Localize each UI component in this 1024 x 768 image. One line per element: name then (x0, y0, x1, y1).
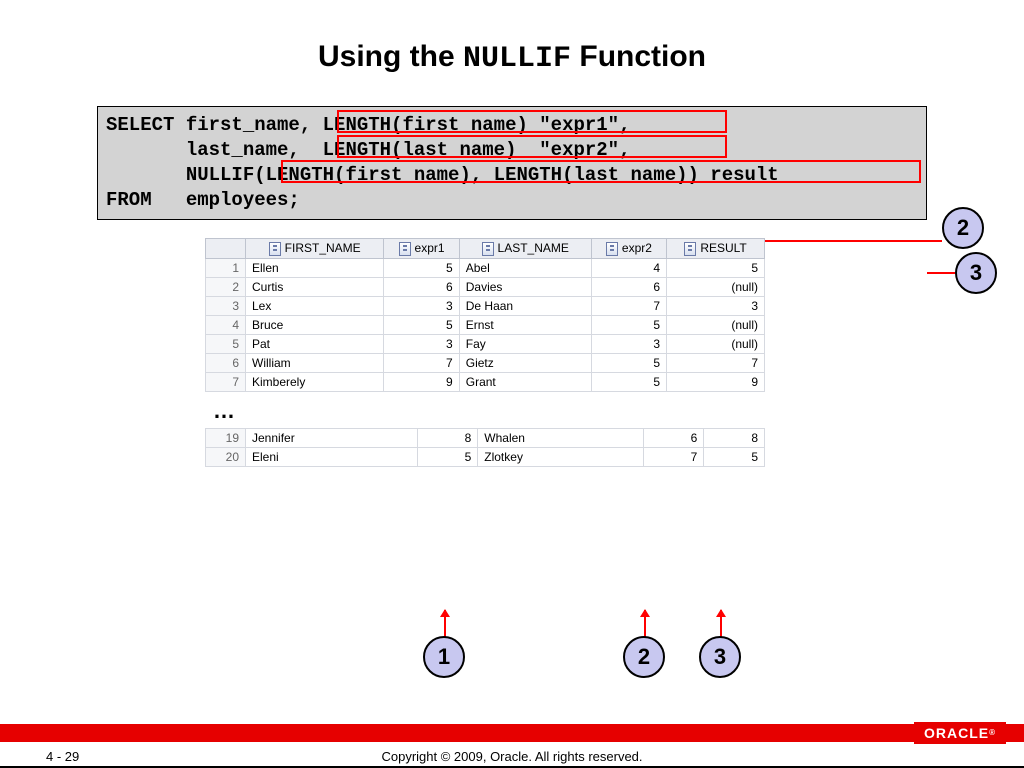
column-icon (399, 242, 411, 256)
table-row: 5Pat3Fay3(null) (206, 334, 765, 353)
cell-result: 8 (704, 428, 765, 447)
cell-expr1: 9 (384, 372, 459, 391)
col-result: RESULT (700, 241, 746, 255)
col-expr2: expr2 (622, 241, 652, 255)
cell-first-name: Pat (246, 334, 384, 353)
column-badge-2: 2 (623, 636, 665, 678)
cell-result: 5 (667, 258, 765, 277)
cell-first-name: Eleni (246, 447, 418, 466)
cell-first-name: Lex (246, 296, 384, 315)
row-index: 4 (206, 315, 246, 334)
results-table-bottom: 19Jennifer8Whalen6820Eleni5Zlotkey75 (205, 428, 765, 467)
cell-expr2: 6 (643, 428, 704, 447)
table-row: 1Ellen5Abel45 (206, 258, 765, 277)
cell-last-name: Abel (459, 258, 591, 277)
oracle-logo: ORACLE® (914, 722, 1006, 744)
cell-expr1: 5 (417, 447, 478, 466)
cell-expr1: 3 (384, 334, 459, 353)
cell-last-name: De Haan (459, 296, 591, 315)
cell-last-name: Zlotkey (478, 447, 643, 466)
cell-result: (null) (667, 334, 765, 353)
cell-expr1: 7 (384, 353, 459, 372)
title-mono: NULLIF (463, 42, 571, 76)
column-icon (269, 242, 281, 256)
cell-expr2: 6 (591, 277, 666, 296)
cell-result: (null) (667, 315, 765, 334)
cell-expr2: 7 (643, 447, 704, 466)
cell-first-name: Kimberely (246, 372, 384, 391)
page-title: Using the NULLIF Function (0, 0, 1024, 106)
row-index: 7 (206, 372, 246, 391)
cell-last-name: Fay (459, 334, 591, 353)
cell-last-name: Grant (459, 372, 591, 391)
table-row: 19Jennifer8Whalen68 (206, 428, 765, 447)
highlight-expr2 (337, 135, 727, 158)
table-row: 7Kimberely9Grant59 (206, 372, 765, 391)
cell-expr2: 5 (591, 315, 666, 334)
table-header-row: FIRST_NAME expr1 LAST_NAME expr2 RESULT (206, 239, 765, 259)
cell-result: 5 (704, 447, 765, 466)
cell-first-name: Ellen (246, 258, 384, 277)
row-index: 2 (206, 277, 246, 296)
table-row: 6William7Gietz57 (206, 353, 765, 372)
title-prefix: Using the (318, 40, 463, 73)
arrow-to-result (927, 272, 955, 274)
cell-expr1: 6 (384, 277, 459, 296)
cell-result: 3 (667, 296, 765, 315)
footer-red-bar (0, 724, 1024, 742)
cell-expr2: 7 (591, 296, 666, 315)
cell-expr2: 5 (591, 353, 666, 372)
row-index: 19 (206, 428, 246, 447)
column-badge-1: 1 (423, 636, 465, 678)
cell-first-name: Jennifer (246, 428, 418, 447)
cell-expr1: 5 (384, 258, 459, 277)
cell-expr1: 5 (384, 315, 459, 334)
row-index: 1 (206, 258, 246, 277)
cell-last-name: Ernst (459, 315, 591, 334)
sql-code-area: SELECT first_name, LENGTH(first_name) "e… (97, 106, 927, 220)
table-row: 4Bruce5Ernst5(null) (206, 315, 765, 334)
column-icon (606, 242, 618, 256)
cell-expr2: 4 (591, 258, 666, 277)
cell-expr2: 3 (591, 334, 666, 353)
title-suffix: Function (571, 40, 706, 73)
col-first-name: FIRST_NAME (285, 241, 361, 255)
column-icon (684, 242, 696, 256)
arrow-col-1 (444, 610, 446, 638)
copyright: Copyright © 2009, Oracle. All rights res… (0, 749, 1024, 764)
row-index: 20 (206, 447, 246, 466)
highlight-expr1 (337, 110, 727, 133)
cell-last-name: Gietz (459, 353, 591, 372)
cell-result: 9 (667, 372, 765, 391)
cell-expr1: 3 (384, 296, 459, 315)
results-area: FIRST_NAME expr1 LAST_NAME expr2 RESULT … (205, 238, 765, 467)
highlight-nullif (281, 160, 921, 183)
row-index: 3 (206, 296, 246, 315)
column-icon (482, 242, 494, 256)
cell-first-name: William (246, 353, 384, 372)
table-row: 20Eleni5Zlotkey75 (206, 447, 765, 466)
table-row: 3Lex3De Haan73 (206, 296, 765, 315)
column-badge-3: 3 (699, 636, 741, 678)
row-index: 6 (206, 353, 246, 372)
arrow-col-2 (644, 610, 646, 638)
cell-last-name: Whalen (478, 428, 643, 447)
callout-badge-3: 3 (955, 252, 997, 294)
callout-badge-2: 2 (942, 207, 984, 249)
col-last-name: LAST_NAME (498, 241, 569, 255)
footer: ORACLE® 4 - 29 Copyright © 2009, Oracle.… (0, 724, 1024, 768)
results-table-top: FIRST_NAME expr1 LAST_NAME expr2 RESULT … (205, 238, 765, 392)
rows-ellipsis: … (213, 398, 765, 424)
cell-result: (null) (667, 277, 765, 296)
arrow-col-3 (720, 610, 722, 638)
row-index: 5 (206, 334, 246, 353)
cell-expr1: 8 (417, 428, 478, 447)
cell-first-name: Curtis (246, 277, 384, 296)
cell-first-name: Bruce (246, 315, 384, 334)
col-expr1: expr1 (415, 241, 445, 255)
cell-last-name: Davies (459, 277, 591, 296)
cell-result: 7 (667, 353, 765, 372)
cell-expr2: 5 (591, 372, 666, 391)
table-row: 2Curtis6Davies6(null) (206, 277, 765, 296)
